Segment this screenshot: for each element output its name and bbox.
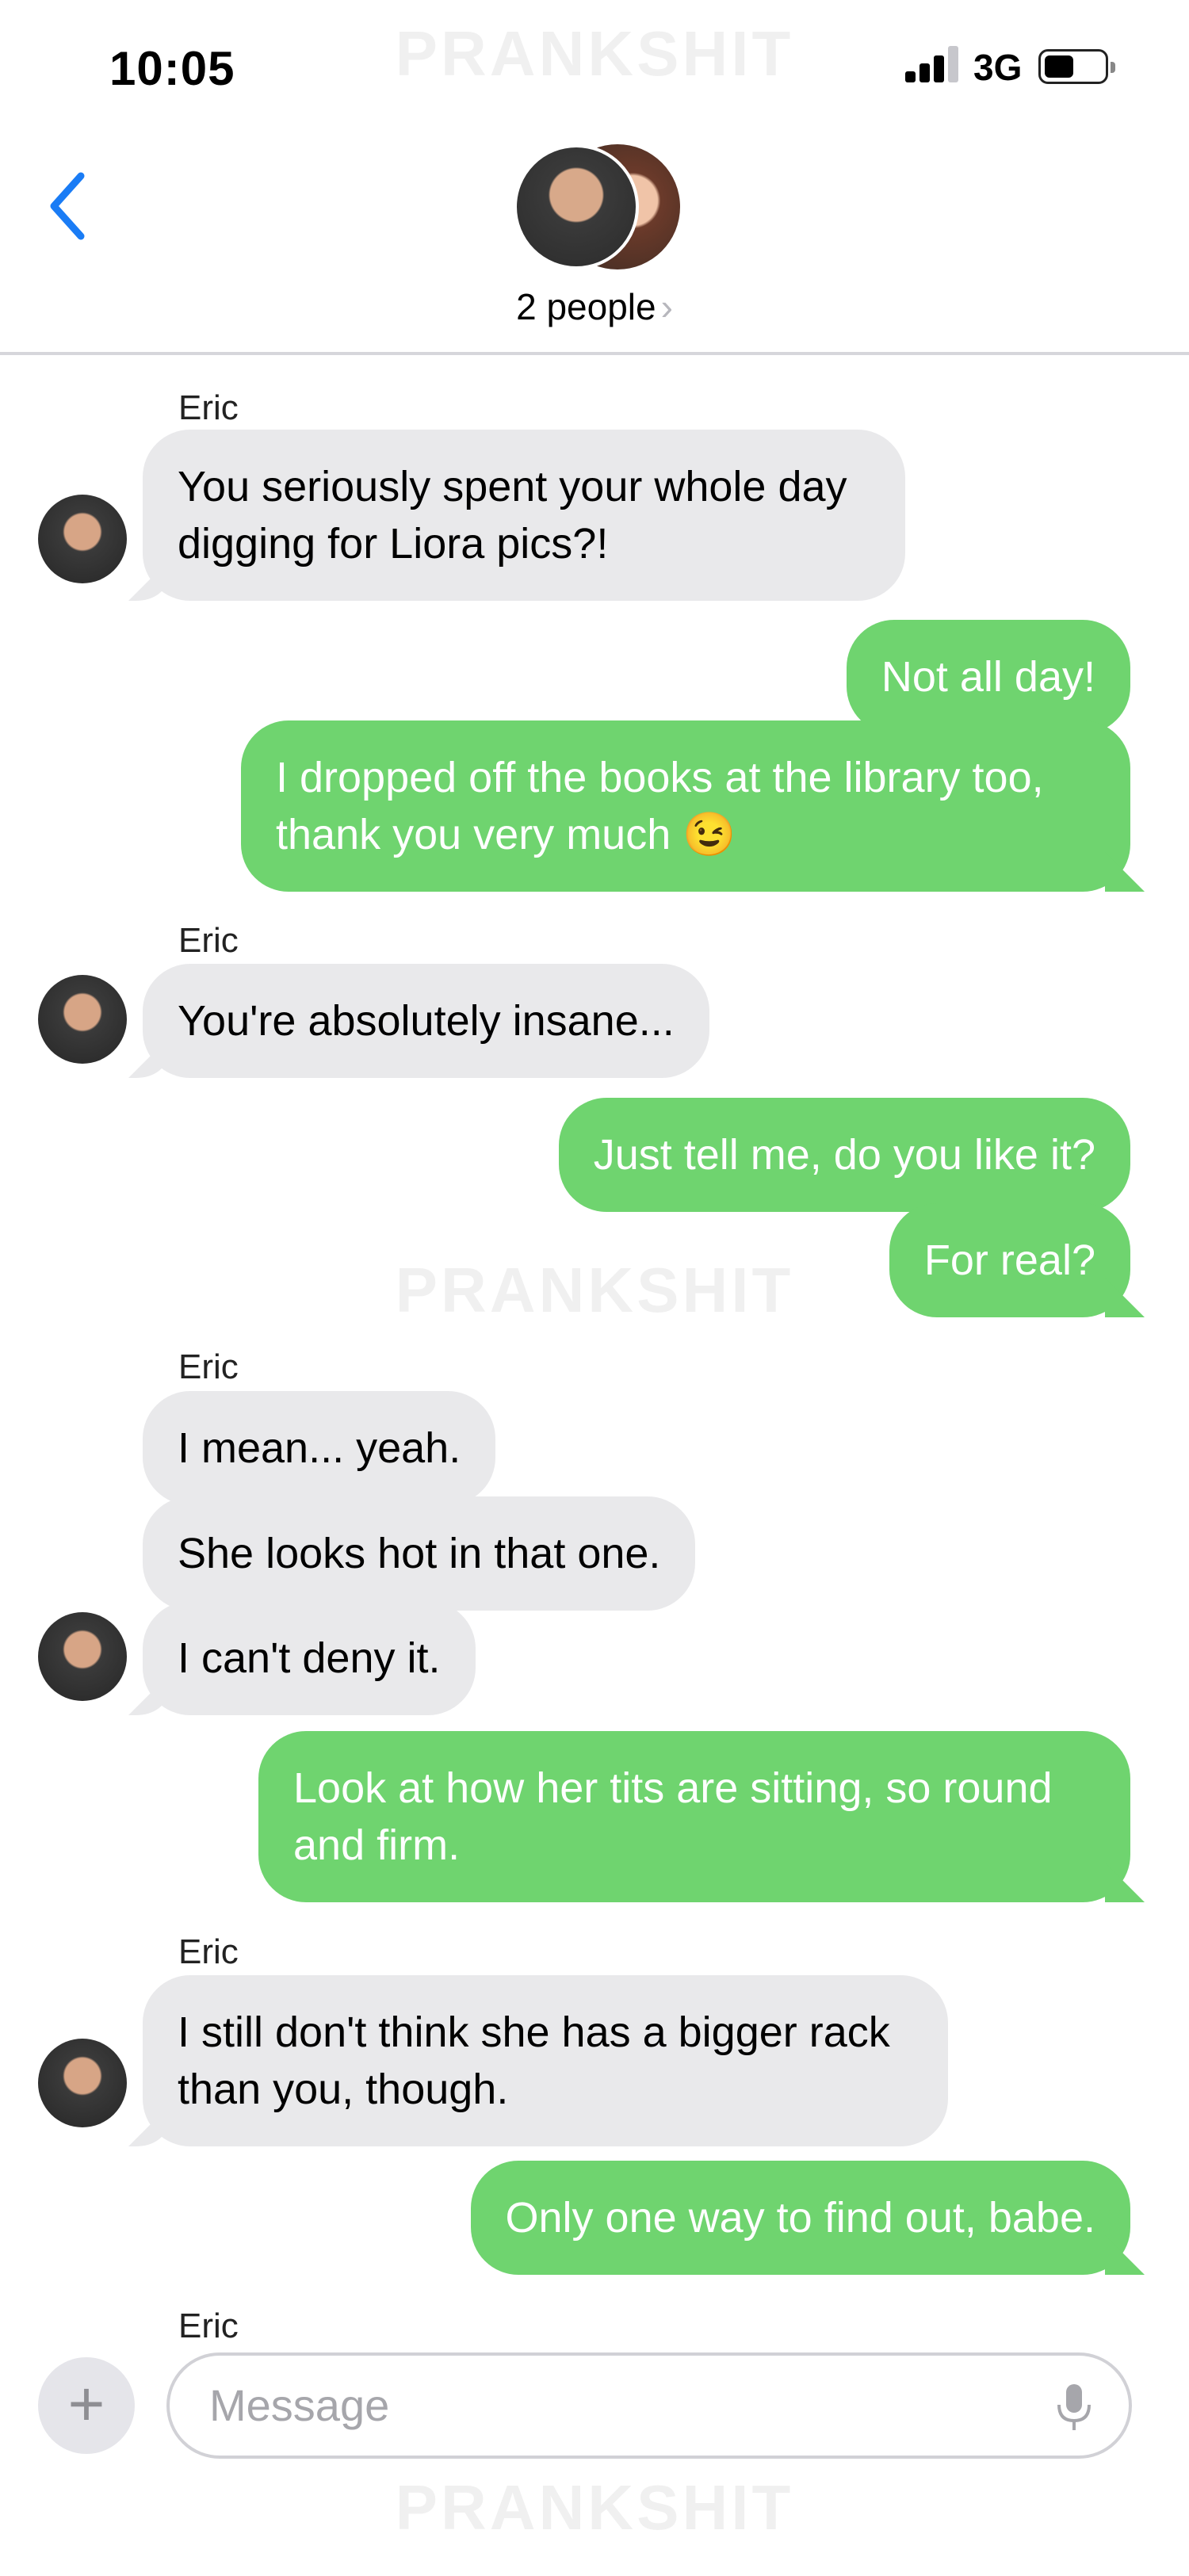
message-line: For real? — [923, 1236, 1095, 1284]
status-bar: 10:05 3G — [0, 0, 1189, 135]
sender-name: Eric — [178, 2307, 239, 2345]
signal-icon — [905, 46, 959, 82]
message-bubble-incoming[interactable]: She looks hot in that one. — [143, 1496, 696, 1611]
message-line: You're absolutely insane... — [178, 997, 675, 1045]
sender-name: Eric — [178, 921, 239, 960]
watermark: PRANKSHIT — [395, 2472, 794, 2543]
conversation-header: 2 people › — [0, 135, 1189, 355]
message-composer: + Message — [0, 2346, 1189, 2473]
message-line: I can't deny it. — [178, 1634, 441, 1682]
message-line: Only one way to find out, babe. — [505, 2194, 1095, 2242]
message-line: I dropped off the books at the library t… — [276, 754, 1044, 801]
group-details-link[interactable]: 2 people › — [0, 285, 1189, 328]
message-line: digging for Liora pics?! — [178, 520, 609, 568]
sender-name: Eric — [178, 388, 239, 427]
avatar-eric — [514, 144, 639, 269]
message-bubble-outgoing[interactable]: I dropped off the books at the library t… — [241, 720, 1130, 892]
group-label: 2 people — [516, 286, 656, 327]
status-time: 10:05 — [109, 42, 235, 95]
message-line: I still don't think she has a bigger rac… — [178, 2008, 890, 2056]
message-line: She looks hot in that one. — [178, 1530, 661, 1577]
sender-name: Eric — [178, 1347, 239, 1386]
message-list: Eric You seriously spent your whole day … — [0, 358, 1189, 2345]
message-line: Just tell me, do you like it? — [593, 1131, 1095, 1179]
message-bubble-incoming[interactable]: You're absolutely insane... — [143, 964, 709, 1078]
add-attachment-button[interactable]: + — [38, 2357, 135, 2454]
microphone-icon[interactable] — [1054, 2383, 1094, 2433]
message-input[interactable]: Message — [166, 2352, 1132, 2459]
network-type: 3G — [973, 47, 1023, 88]
message-line: and firm. — [293, 1821, 461, 1869]
message-bubble-incoming[interactable]: I mean... yeah. — [143, 1391, 496, 1505]
message-bubble-incoming[interactable]: I can't deny it. — [143, 1601, 476, 1715]
message-bubble-outgoing[interactable]: Not all day! — [846, 620, 1130, 734]
battery-icon — [1038, 49, 1115, 84]
message-line: Not all day! — [881, 653, 1095, 701]
message-line: I mean... yeah. — [178, 1424, 461, 1472]
message-bubble-incoming[interactable]: You seriously spent your whole day diggi… — [143, 430, 905, 601]
sender-name: Eric — [178, 1932, 239, 1971]
message-bubble-incoming[interactable]: I still don't think she has a bigger rac… — [143, 1975, 948, 2146]
avatar-eric — [38, 1612, 127, 1701]
message-bubble-outgoing[interactable]: Only one way to find out, babe. — [470, 2161, 1130, 2275]
message-line: You seriously spent your whole day — [178, 463, 847, 510]
chevron-right-icon: › — [660, 286, 673, 327]
avatar-eric — [38, 2039, 127, 2127]
message-bubble-outgoing[interactable]: Look at how her tits are sitting, so rou… — [258, 1731, 1130, 1902]
message-bubble-outgoing[interactable]: Just tell me, do you like it? — [558, 1098, 1130, 1212]
message-placeholder: Message — [209, 2380, 390, 2430]
avatar-eric — [38, 495, 127, 583]
message-bubble-outgoing[interactable]: For real? — [889, 1203, 1130, 1317]
message-line: Look at how her tits are sitting, so rou… — [293, 1764, 1053, 1812]
message-line: than you, though. — [178, 2066, 509, 2113]
back-chevron-icon[interactable] — [41, 166, 97, 246]
avatar-eric — [38, 975, 127, 1064]
message-line: thank you very much 😉 — [276, 811, 736, 858]
group-avatar[interactable] — [514, 144, 680, 271]
